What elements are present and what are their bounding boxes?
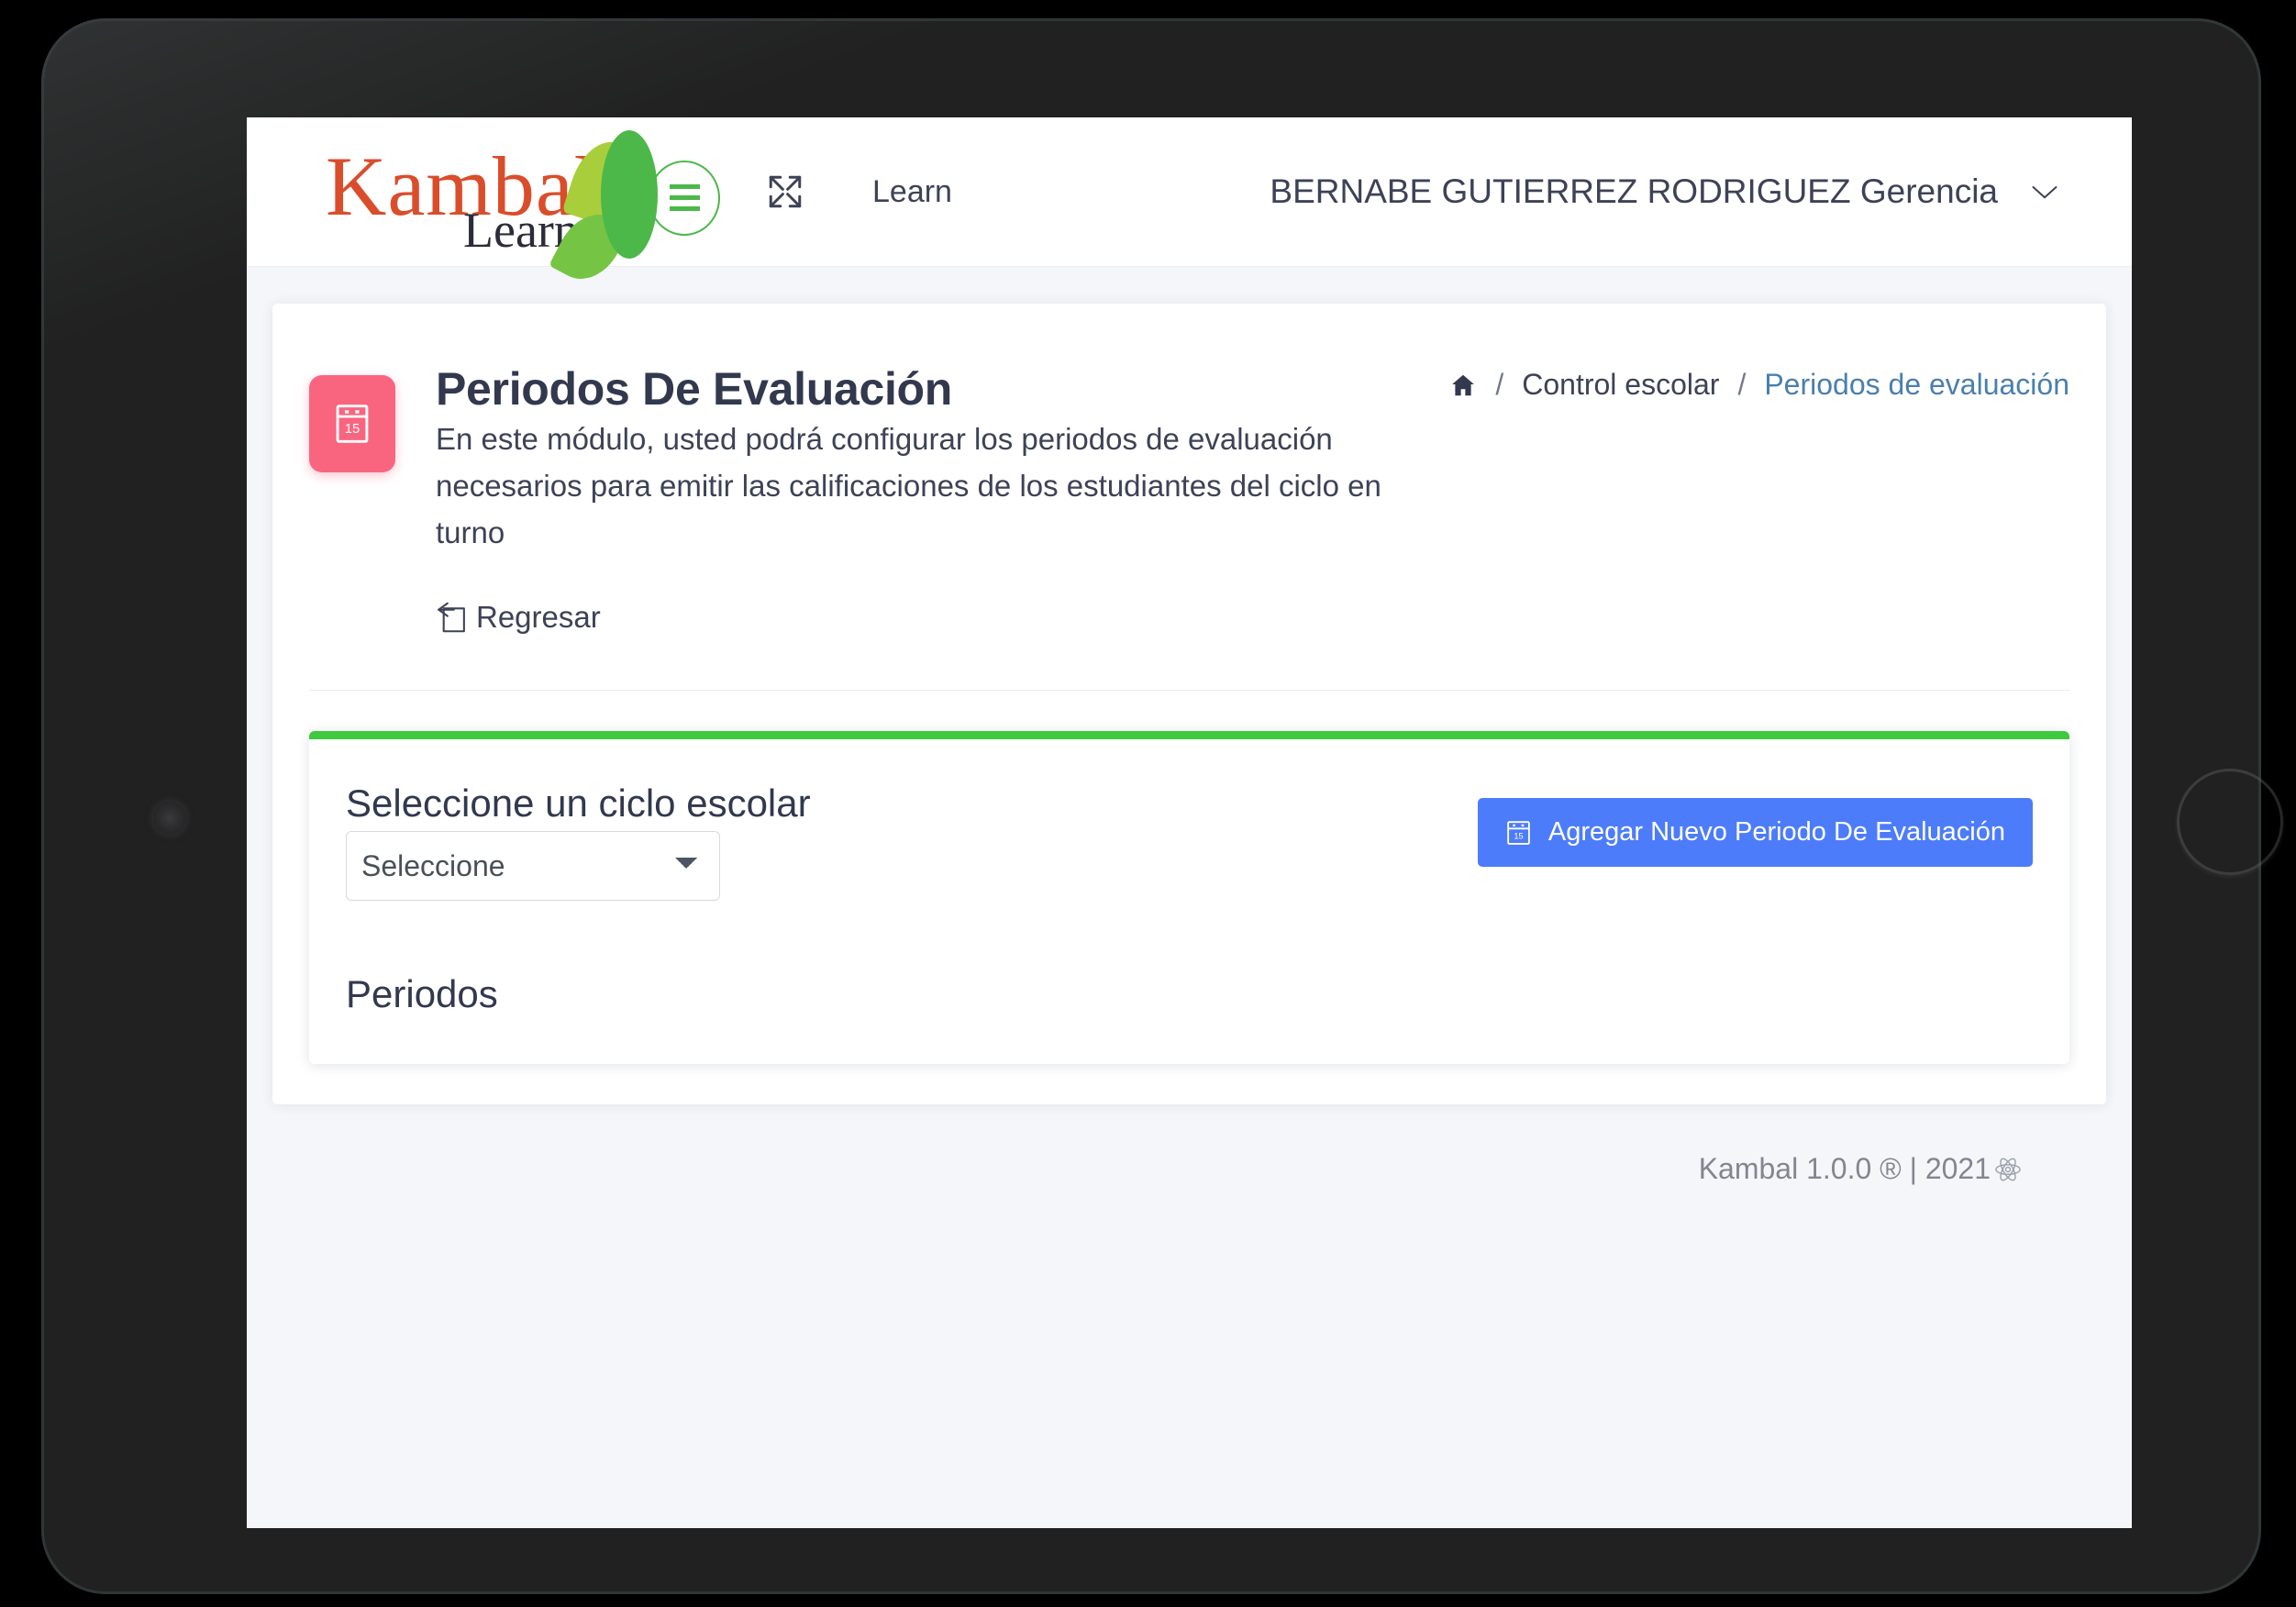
periods-panel-toolbar: Seleccione un ciclo escolar Seleccione 1…	[346, 781, 2033, 902]
add-evaluation-period-button[interactable]: 15 Agregar Nuevo Periodo De Evaluación	[1477, 798, 2033, 868]
nav-link-learn[interactable]: Learn	[872, 174, 952, 210]
back-button-label: Regresar	[476, 600, 601, 635]
module-card: 15 Periodos De Evaluación En este módulo…	[272, 304, 2106, 1105]
tablet-device-frame: Kambal Learn Learn BERNABE GUTIERREZ ROD…	[41, 18, 2283, 1594]
expand-fullscreen-icon[interactable]	[766, 172, 804, 211]
home-icon[interactable]	[1449, 371, 1477, 399]
breadcrumb-item-control-escolar[interactable]: Control escolar	[1522, 368, 1719, 402]
module-text-block: Periodos De Evaluación En este módulo, u…	[436, 362, 1449, 638]
device-camera-icon	[153, 802, 186, 835]
module-header: 15 Periodos De Evaluación En este módulo…	[309, 344, 2069, 638]
kambal-learn-logo[interactable]: Kambal Learn	[326, 129, 720, 292]
chevron-down-icon	[2032, 186, 2058, 199]
school-cycle-select[interactable]: Seleccione	[346, 831, 720, 902]
periods-panel: Seleccione un ciclo escolar Seleccione 1…	[309, 731, 2069, 1065]
school-cycle-label: Seleccione un ciclo escolar	[346, 781, 811, 826]
footer-text: Kambal 1.0.0 ® | 2021	[1698, 1152, 1991, 1186]
back-button[interactable]: Regresar	[436, 600, 601, 635]
page-content: 15 Periodos De Evaluación En este módulo…	[247, 267, 2132, 1186]
tablet-screen: Kambal Learn Learn BERNABE GUTIERREZ ROD…	[247, 117, 2132, 1528]
breadcrumb-separator: /	[1495, 368, 1504, 401]
header-divider	[309, 690, 2069, 692]
user-menu[interactable]: BERNABE GUTIERREZ RODRIGUEZ Gerencia	[1270, 172, 2058, 211]
module-description-line-1: En este módulo, usted podrá configurar l…	[436, 422, 1333, 456]
calendar-15-icon: 15	[309, 375, 395, 472]
top-navbar: Kambal Learn Learn BERNABE GUTIERREZ ROD…	[247, 117, 2132, 292]
calendar-glyph: 15	[336, 405, 369, 443]
logo-hamburger-bar	[669, 206, 700, 211]
add-evaluation-period-label: Agregar Nuevo Periodo De Evaluación	[1547, 817, 2005, 848]
page-title: Periodos De Evaluación	[436, 363, 953, 415]
device-home-button[interactable]	[2177, 769, 2283, 875]
logo-hamburger-bar	[669, 184, 700, 189]
atom-react-icon	[1995, 1158, 2021, 1181]
breadcrumb-item-current: Periodos de evaluación	[1764, 368, 2069, 401]
footer-content: Kambal 1.0.0 ® | 2021	[1699, 1152, 2022, 1186]
page-footer: Kambal 1.0.0 ® | 2021	[272, 1104, 2106, 1186]
school-cycle-field: Seleccione un ciclo escolar Seleccione	[346, 781, 811, 902]
user-menu-label: BERNABE GUTIERREZ RODRIGUEZ Gerencia	[1270, 172, 1998, 210]
breadcrumb-separator: /	[1737, 368, 1747, 401]
logo-hamburger-badge-icon	[649, 160, 720, 236]
svg-text:15: 15	[345, 422, 360, 437]
calendar-plus-icon: 15	[1507, 821, 1530, 846]
logo-hamburger-bar	[669, 195, 700, 200]
periods-section-title: Periodos	[346, 972, 498, 1016]
undo-arrow-icon	[438, 603, 465, 633]
module-description-line-2: necesarios para emitir las calificacione…	[436, 469, 1381, 550]
breadcrumb: / Control escolar / Periodos de evaluaci…	[1449, 362, 2069, 402]
svg-text:15: 15	[1514, 832, 1523, 841]
